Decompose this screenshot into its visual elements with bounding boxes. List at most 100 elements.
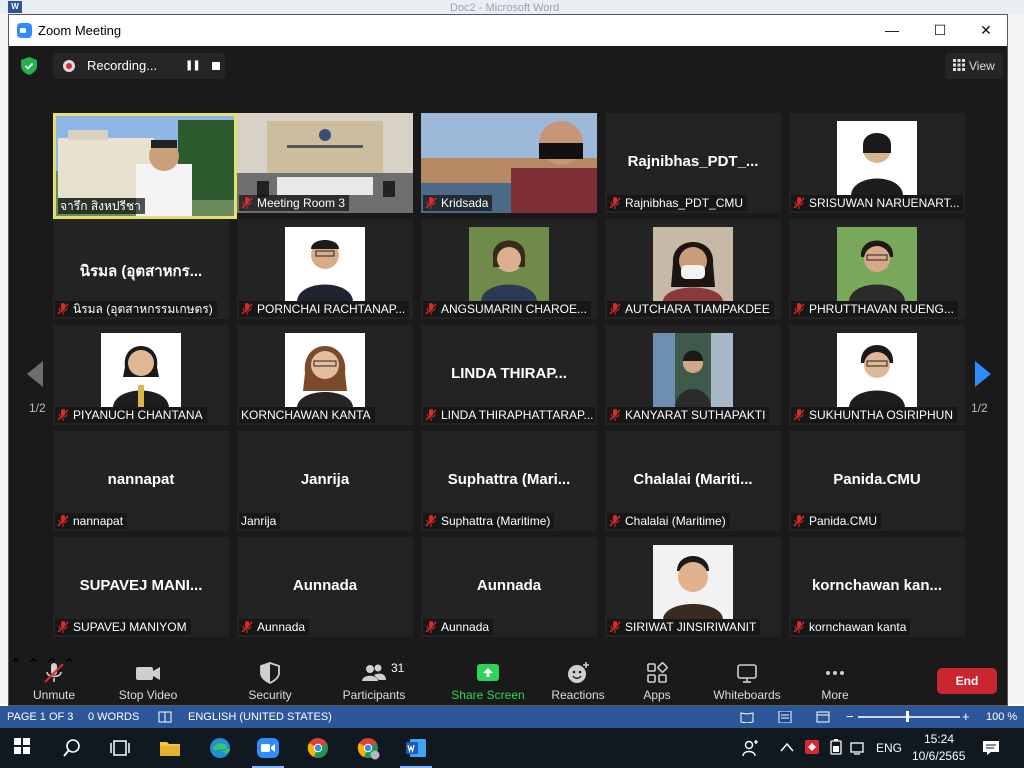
participant-name-label: จารึก สิงหปรีชา (58, 198, 145, 214)
close-button[interactable]: ✕ (963, 15, 1009, 46)
participant-name-label: SUPAVEJ MANIYOM (55, 619, 191, 635)
language-indicator[interactable]: ENGLISH (UNITED STATES) (188, 711, 332, 723)
video-tile[interactable]: PORNCHAI RACHTANAP... (237, 219, 413, 319)
whiteboards-button[interactable]: Whiteboards (709, 655, 785, 705)
video-tile[interactable]: PHRUTTHAVAN RUENG... (789, 219, 965, 319)
word-count[interactable]: 0 WORDS (88, 711, 139, 723)
participant-name-label: SRISUWAN NARUENART... (791, 195, 963, 211)
more-button[interactable]: More (815, 655, 855, 705)
print-layout-icon[interactable] (778, 711, 792, 723)
apps-button[interactable]: Apps (637, 655, 677, 705)
video-tile[interactable]: Kridsada (421, 113, 597, 213)
video-camera-icon (136, 667, 160, 680)
file-explorer-button[interactable] (146, 728, 194, 768)
muted-mic-icon (609, 621, 621, 633)
word-app-button[interactable] (392, 728, 440, 768)
participant-name-label: SUKHUNTHA OSIRIPHUN (791, 407, 958, 423)
video-tile[interactable]: SRISUWAN NARUENART... (789, 113, 965, 213)
muted-mic-icon (241, 197, 253, 209)
video-tile[interactable]: SUKHUNTHA OSIRIPHUN (789, 325, 965, 425)
pause-recording-button[interactable]: ❚❚ (185, 59, 201, 73)
volume-icon[interactable] (850, 740, 866, 756)
video-tile[interactable]: Chalalai (Mariti... Chalalai (Maritime) (605, 431, 781, 531)
proofing-book-icon[interactable] (158, 711, 172, 723)
video-tile[interactable]: จารึก สิงหปรีชา (53, 113, 237, 219)
zoom-app-button[interactable] (244, 728, 292, 768)
task-view-button[interactable] (96, 728, 144, 768)
view-button[interactable]: View (945, 53, 1003, 79)
clock-time[interactable]: 15:24 (924, 732, 954, 746)
previous-page-arrow-icon[interactable] (23, 359, 49, 389)
video-tile[interactable]: Janrija Janrija (237, 431, 413, 531)
edge-browser-button[interactable] (196, 728, 244, 768)
participant-name-label: Aunnada (423, 619, 494, 635)
zoom-slider-thumb[interactable] (906, 711, 909, 722)
muted-mic-icon (425, 515, 437, 527)
video-tile[interactable]: Aunnada Aunnada (237, 537, 413, 637)
battery-icon[interactable] (828, 739, 844, 755)
profile-photo (653, 545, 733, 619)
muted-mic-icon (425, 197, 437, 209)
audio-options-chevron-up-icon[interactable]: ⌃ (9, 657, 22, 674)
zoom-camera-icon (257, 738, 279, 758)
zoom-in-button[interactable]: + (962, 709, 970, 724)
video-tile[interactable]: KANYARAT SUTHAPAKTI (605, 325, 781, 425)
share-screen-button[interactable]: Share Screen (451, 655, 525, 705)
stop-video-button[interactable]: Stop Video (115, 655, 181, 705)
read-mode-icon[interactable] (740, 711, 754, 723)
whiteboard-icon (737, 664, 757, 683)
video-tile[interactable]: Rajnibhas_PDT_... Rajnibhas_PDT_CMU (605, 113, 781, 213)
chrome-browser-button[interactable] (294, 728, 342, 768)
muted-microphone-icon (44, 663, 64, 683)
people-icon[interactable] (742, 739, 760, 757)
chevron-up-icon[interactable] (780, 742, 794, 752)
video-tile[interactable]: PIYANUCH CHANTANA (53, 325, 229, 425)
participant-name-label: nannapat (55, 513, 128, 529)
security-shield-icon (260, 662, 280, 685)
minimize-button[interactable]: — (869, 15, 915, 46)
notifications-icon[interactable] (982, 739, 1000, 757)
video-tile[interactable]: AUTCHARA TIAMPAKDEE (605, 219, 781, 319)
zoom-slider-track[interactable] (858, 716, 960, 718)
web-layout-icon[interactable] (816, 711, 830, 723)
video-tile[interactable]: SIRIWAT JINSIRIWANIT (605, 537, 781, 637)
reactions-button[interactable]: Reactions (549, 655, 607, 705)
start-button[interactable] (0, 728, 48, 768)
end-meeting-button[interactable]: End (937, 668, 997, 694)
security-button[interactable]: Security (243, 655, 297, 705)
next-page-arrow-icon[interactable] (969, 359, 995, 389)
participant-name-label: AUTCHARA TIAMPAKDEE (607, 301, 774, 317)
video-tile[interactable]: LINDA THIRAP... LINDA THIRAPHATTARAP... (421, 325, 597, 425)
windows-logo-icon (14, 738, 30, 754)
video-tile[interactable]: ANGSUMARIN CHAROE... (421, 219, 597, 319)
video-tile[interactable]: Meeting Room 3 (237, 113, 413, 213)
search-button[interactable] (48, 728, 96, 768)
zoom-out-button[interactable]: − (846, 709, 854, 724)
video-tile[interactable]: kornchawan kan... kornchawan kanta (789, 537, 965, 637)
muted-mic-icon (793, 303, 805, 315)
maximize-button[interactable]: ☐ (917, 15, 963, 46)
video-tile[interactable]: Suphattra (Mari... Suphattra (Maritime) (421, 431, 597, 531)
word-icon (406, 739, 426, 757)
input-language-indicator[interactable]: ENG (876, 741, 902, 755)
unmute-button[interactable]: Unmute (25, 655, 83, 705)
video-tile[interactable]: SUPAVEJ MANI... SUPAVEJ MANIYOM (53, 537, 229, 637)
zoom-window: Zoom Meeting — ☐ ✕ Recording... ❚❚ View (8, 14, 1008, 706)
video-tile[interactable]: nannapat nannapat (53, 431, 229, 531)
tray-app-icon[interactable] (804, 739, 820, 755)
clock-date[interactable]: 10/6/2565 (912, 749, 965, 763)
chrome-profile-button[interactable] (344, 728, 392, 768)
video-tile[interactable]: Panida.CMU Panida.CMU (789, 431, 965, 531)
video-tile[interactable]: นิรมล (อุตสาหกร... นิรมล (อุตสาหกรรมเกษต… (53, 219, 229, 319)
participant-name-label: PIYANUCH CHANTANA (55, 407, 207, 423)
participant-display-name: Aunnada (292, 577, 358, 594)
page-indicator-left: 1/2 (29, 401, 46, 415)
word-title: Doc2 - Microsoft Word (450, 2, 560, 14)
page-count[interactable]: PAGE 1 OF 3 (7, 711, 73, 723)
profile-photo (653, 227, 733, 301)
encryption-shield-icon[interactable] (21, 57, 37, 75)
zoom-level[interactable]: 100 % (986, 711, 1017, 723)
stop-recording-button[interactable] (209, 59, 223, 73)
video-tile[interactable]: Aunnada Aunnada (421, 537, 597, 637)
video-tile[interactable]: KORNCHAWAN KANTA (237, 325, 413, 425)
